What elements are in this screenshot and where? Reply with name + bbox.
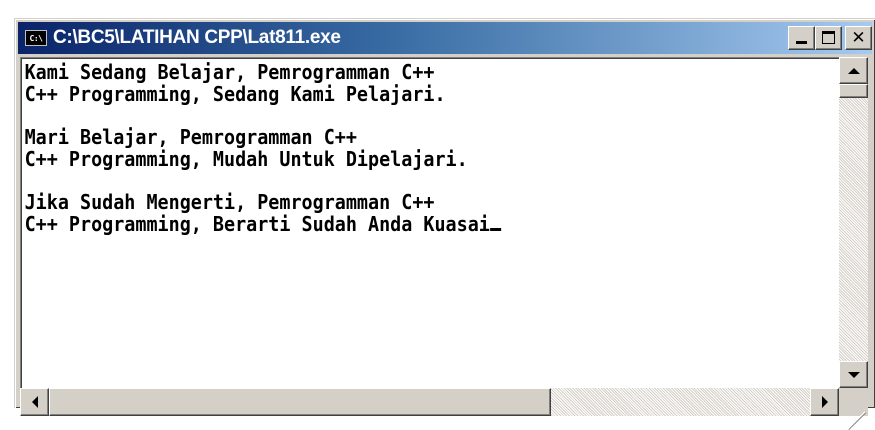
caption-buttons: ✕ (788, 26, 872, 50)
arrow-right-icon (821, 396, 828, 408)
console-app-icon[interactable]: C:\ (25, 30, 47, 46)
console-output[interactable]: Kami Sedang Belajar, Pemrogramman C++ C+… (20, 57, 839, 388)
console-line-2: C++ Programming, Sedang Kami Pelajari. (24, 81, 446, 106)
console-line-5: C++ Programming, Mudah Untuk Dipelajari. (24, 146, 468, 171)
resize-grip[interactable] (839, 388, 868, 430)
scroll-left-button[interactable] (20, 388, 49, 416)
vertical-scrollbar[interactable] (839, 57, 868, 388)
console-line-4: Mari Belajar, Pemrogramman C++ (24, 125, 357, 150)
window-title: C:\BC5\LATIHAN CPP\Lat811.exe (53, 27, 341, 48)
minimize-button[interactable] (788, 26, 815, 50)
console-line-1: Kami Sedang Belajar, Pemrogramman C++ (24, 60, 435, 84)
vertical-scroll-thumb[interactable] (839, 84, 868, 98)
console-window: C:\ C:\BC5\LATIHAN CPP\Lat811.exe ✕ Kami… (14, 18, 875, 430)
arrow-left-icon (31, 396, 38, 408)
close-button[interactable]: ✕ (845, 26, 872, 50)
console-text: Kami Sedang Belajar, Pemrogramman C++ C+… (20, 57, 773, 236)
maximize-icon (822, 31, 835, 44)
console-line-8: C++ Programming, Berarti Sudah Anda Kuas… (24, 211, 490, 236)
arrow-up-icon (847, 67, 860, 74)
text-cursor (489, 227, 501, 231)
horizontal-scrollbar[interactable] (20, 388, 839, 416)
close-icon: ✕ (851, 27, 866, 48)
console-line-7: Jika Sudah Mengerti, Pemrogramman C++ (24, 190, 435, 215)
scroll-down-button[interactable] (839, 361, 868, 388)
maximize-button[interactable] (815, 26, 842, 50)
grip-line (847, 411, 866, 430)
arrow-down-icon (847, 371, 860, 378)
scroll-right-button[interactable] (810, 388, 839, 416)
minimize-icon (796, 41, 807, 44)
scroll-up-button[interactable] (839, 57, 868, 84)
horizontal-scroll-thumb[interactable] (49, 388, 551, 416)
title-bar[interactable]: C:\ C:\BC5\LATIHAN CPP\Lat811.exe ✕ (18, 22, 872, 54)
